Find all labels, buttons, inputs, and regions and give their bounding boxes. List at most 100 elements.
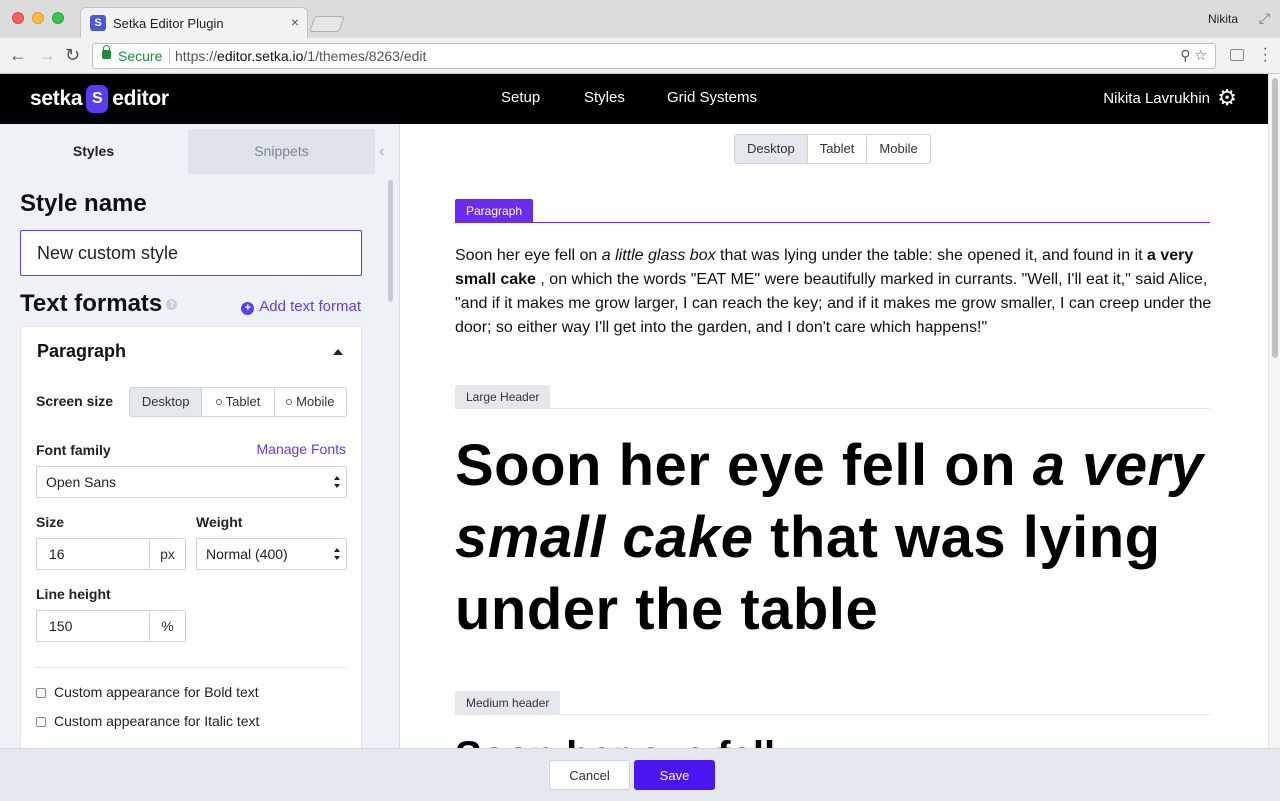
italic-appearance-label: Custom appearance for Italic text [54,713,260,729]
panel-divider [36,667,347,668]
screen-size-label: Screen size [36,393,114,409]
size-label: Size [36,514,65,530]
browser-tab[interactable]: S Setka Editor Plugin × [80,7,308,38]
device-mobile[interactable]: Mobile [866,135,929,163]
style-name-label: Style name [20,190,147,217]
medium-header-tag[interactable]: Medium header [455,691,561,715]
tab-styles[interactable]: Styles [0,129,187,174]
url-separator [169,48,170,64]
save-button[interactable]: Save [634,760,715,790]
cancel-button[interactable]: Cancel [549,760,630,790]
bold-appearance-checkbox-row[interactable]: Custom appearance for Bold text [36,684,259,700]
forward-arrow-icon[interactable]: → [38,45,56,66]
url-scheme: https:// [175,48,218,64]
paragraph-tag[interactable]: Paragraph [455,199,534,223]
bookmark-star-icon[interactable]: ⚲ ☆ [1180,47,1207,64]
tab-snippets[interactable]: Snippets [188,129,375,174]
large-header-rule [455,408,1210,409]
sidebar-scrollbar[interactable] [388,180,393,302]
radio-dot-icon [215,399,222,405]
line-height-input[interactable]: 150 % [36,610,186,642]
screen-size-desktop[interactable]: Desktop [130,388,202,416]
size-value[interactable]: 16 [37,539,149,569]
extension-icon[interactable] [1230,49,1244,61]
sidebar-tabs: Styles Snippets ‹ [0,129,399,174]
page-scrollbar-thumb[interactable] [1272,78,1278,358]
text-formats-label: Text formats [20,290,163,317]
weight-select[interactable]: Normal (400) [196,538,347,570]
screen-size-mobile[interactable]: Mobile [273,388,346,416]
setka-favicon-icon: S [90,15,106,31]
font-family-value: Open Sans [46,474,117,490]
browser-menu-icon[interactable]: · · · [1263,41,1268,69]
font-family-select[interactable]: Open Sans [36,466,347,498]
secure-label: Secure [118,48,163,64]
size-unit: px [149,539,185,569]
italic-appearance-checkbox[interactable] [36,717,46,727]
screen-size-tablet-label: Tablet [225,394,261,409]
url-domain: editor.setka.io [217,48,304,64]
logo-text-right: editor [112,87,169,110]
weight-value: Normal (400) [206,546,288,562]
device-desktop[interactable]: Desktop [735,135,807,163]
close-icon[interactable]: × [291,14,299,30]
logo-text-left: setka [30,87,83,110]
italic-appearance-checkbox-row[interactable]: Custom appearance for Italic text [36,713,259,729]
medium-header-preview[interactable]: Soon her eye fell [455,736,775,748]
gear-icon[interactable]: ⚙ [1217,86,1237,110]
weight-label: Weight [196,514,243,530]
lock-icon [102,45,111,59]
style-name-input[interactable] [20,230,362,276]
logo-mark-icon: S [86,85,109,113]
manage-fonts-link[interactable]: Manage Fonts [257,441,347,457]
para-italic: a little glass box [601,247,716,264]
minimize-window-button[interactable] [32,12,44,24]
collapse-sidebar-chevron-icon[interactable]: ‹ [379,143,384,161]
user-name[interactable]: Nikita Lavrukhin [1103,90,1210,107]
paragraph-format-panel: Paragraph Screen size Desktop Tablet Mob… [20,326,362,748]
font-family-label: Font family [36,442,111,458]
para-text-2: that was lying under the table: she open… [715,247,1148,264]
tab-title: Setka Editor Plugin [113,16,224,31]
panel-title: Paragraph [37,341,127,361]
page-scrollbar[interactable] [1268,74,1280,748]
back-arrow-icon[interactable]: ← [9,45,27,66]
screen-size-toggle: Desktop Tablet Mobile [129,387,347,417]
bold-appearance-checkbox[interactable] [36,688,46,698]
add-text-format-link[interactable]: + Add text format [241,298,361,315]
screen-size-tablet[interactable]: Tablet [201,388,273,416]
para-text-1: Soon her eye fell on [455,247,602,264]
setka-logo[interactable]: setka S editor [30,84,169,114]
nav-grid-systems[interactable]: Grid Systems [667,89,757,106]
size-input[interactable]: 16 px [36,538,186,570]
style-sidebar: Styles Snippets ‹ Style name Text format… [0,124,400,748]
fullscreen-icon[interactable]: ⤢ [1259,10,1270,27]
browser-titlebar: S Setka Editor Plugin × Nikita ⤢ [0,0,1280,38]
large-header-tag[interactable]: Large Header [455,385,551,409]
paragraph-preview[interactable]: Soon her eye fell on a little glass box … [455,244,1215,340]
address-bar[interactable]: Secure https://editor.setka.io/1/themes/… [92,43,1216,69]
paragraph-rule [455,222,1210,223]
collapse-caret-up-icon[interactable] [333,349,343,355]
style-preview: Desktop Tablet Mobile Paragraph Soon her… [401,124,1268,748]
maximize-window-button[interactable] [52,12,64,24]
help-icon[interactable]: ? [166,299,178,311]
para-text-3: , on which the words "EAT ME" were beaut… [455,271,1212,336]
medium-header-rule [455,714,1210,715]
device-tablet[interactable]: Tablet [806,135,867,163]
close-window-button[interactable] [12,12,24,24]
url-path: /1/themes/8263/edit [303,48,427,64]
large-header-text-1: Soon her eye fell on [455,433,1033,498]
nav-styles[interactable]: Styles [584,89,625,106]
line-height-value[interactable]: 150 [37,611,149,641]
profile-name[interactable]: Nikita [1208,12,1238,26]
add-text-format-label: Add text format [259,298,361,315]
browser-toolbar: ← → ↻ Secure https://editor.setka.io/1/t… [0,38,1280,74]
select-arrows-icon [334,476,340,488]
url-text[interactable]: https://editor.setka.io/1/themes/8263/ed… [175,48,426,64]
large-header-preview[interactable]: Soon her eye fell on a very small cake t… [455,430,1215,646]
nav-setup[interactable]: Setup [501,89,540,106]
new-tab-button[interactable] [309,16,345,32]
reload-icon[interactable]: ↻ [65,45,80,66]
line-height-label: Line height [36,586,111,602]
